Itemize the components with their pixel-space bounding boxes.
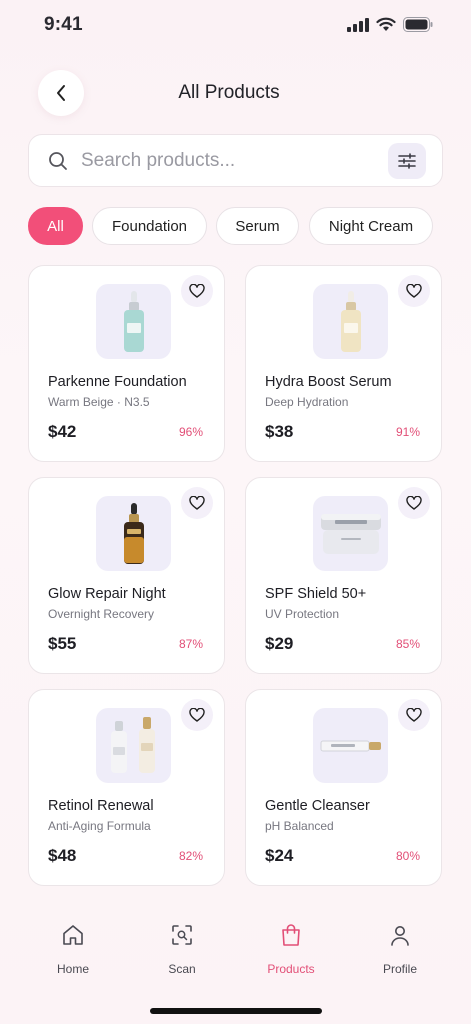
match-percentage: 96% — [178, 425, 203, 439]
match-percentage: 85% — [395, 637, 420, 651]
product-subtitle: Overnight Recovery — [48, 607, 155, 621]
nav-label: Scan — [168, 962, 196, 976]
match-percentage: 80% — [395, 849, 420, 863]
chip-night-cream[interactable]: Night Cream — [309, 207, 433, 245]
product-price: $55 — [48, 634, 77, 653]
home-icon — [63, 925, 83, 945]
product-image — [313, 496, 388, 571]
product-card[interactable]: Glow Repair Night Overnight Recovery $55… — [28, 477, 225, 674]
product-subtitle: UV Protection — [265, 607, 340, 621]
heart-icon — [406, 496, 422, 510]
match-percentage: 91% — [395, 425, 420, 439]
nav-products[interactable]: Products — [251, 920, 331, 976]
favorite-button[interactable] — [181, 699, 213, 731]
home-indicator — [150, 1008, 322, 1014]
favorite-button[interactable] — [398, 275, 430, 307]
status-icons — [347, 17, 433, 32]
match-percentage: 82% — [178, 849, 203, 863]
product-card[interactable]: Hydra Boost Serum Deep Hydration $38 91% — [245, 265, 442, 462]
product-card[interactable]: Retinol Renewal Anti-Aging Formula $48 8… — [28, 689, 225, 886]
product-name: SPF Shield 50+ — [265, 586, 367, 602]
product-subtitle: Deep Hydration — [265, 395, 349, 409]
scan-icon — [172, 925, 192, 945]
wifi-icon — [376, 17, 396, 31]
product-image — [313, 284, 388, 359]
nav-label: Home — [56, 962, 89, 976]
nav-home[interactable]: Home — [33, 920, 113, 976]
bag-icon — [282, 924, 300, 946]
product-image — [96, 496, 171, 571]
bottom-nav: Home Scan Products Profile — [0, 920, 471, 990]
chip-serum[interactable]: Serum — [216, 207, 299, 245]
nav-scan[interactable]: Scan — [142, 920, 222, 976]
search-icon — [49, 152, 67, 170]
favorite-button[interactable] — [398, 487, 430, 519]
heart-icon — [406, 284, 422, 298]
product-name: Retinol Renewal — [48, 798, 154, 814]
battery-icon — [403, 17, 433, 32]
sliders-icon — [398, 153, 416, 169]
user-icon — [391, 926, 409, 946]
heart-icon — [406, 708, 422, 722]
product-card[interactable]: Gentle Cleanser pH Balanced $24 80% — [245, 689, 442, 886]
product-name: Parkenne Foundation — [48, 374, 187, 390]
heart-icon — [189, 708, 205, 722]
product-subtitle: Anti-Aging Formula — [48, 819, 151, 833]
product-image — [96, 708, 171, 783]
product-name: Hydra Boost Serum — [265, 374, 392, 390]
nav-label: Profile — [382, 962, 417, 976]
product-subtitle: pH Balanced — [265, 819, 334, 833]
product-price: $42 — [48, 422, 77, 441]
product-image — [96, 284, 171, 359]
product-price: $29 — [265, 634, 294, 653]
search-input[interactable] — [81, 145, 381, 177]
product-card[interactable]: Parkenne Foundation Warm Beige · N3.5 $4… — [28, 265, 225, 462]
chip-foundation[interactable]: Foundation — [92, 207, 207, 245]
match-percentage: 87% — [178, 637, 203, 651]
nav-label: Products — [267, 962, 315, 976]
heart-icon — [189, 284, 205, 298]
product-image — [313, 708, 388, 783]
heart-icon — [189, 496, 205, 510]
favorite-button[interactable] — [181, 275, 213, 307]
product-price: $48 — [48, 846, 77, 865]
page-title: All Products — [178, 82, 280, 103]
product-card[interactable]: SPF Shield 50+ UV Protection $29 85% — [245, 477, 442, 674]
search-bar — [28, 134, 443, 187]
status-time: 9:41 — [44, 14, 83, 35]
cellular-signal-icon — [347, 17, 369, 32]
product-name: Gentle Cleanser — [265, 798, 370, 814]
product-price: $38 — [265, 422, 294, 441]
product-price: $24 — [265, 846, 294, 865]
filter-button[interactable] — [388, 143, 426, 179]
chip-all[interactable]: All — [28, 207, 83, 245]
product-subtitle: Warm Beige · N3.5 — [48, 395, 150, 409]
nav-profile[interactable]: Profile — [360, 920, 440, 976]
product-name: Glow Repair Night — [48, 586, 166, 602]
status-bar: 9:41 — [0, 0, 471, 52]
favorite-button[interactable] — [181, 487, 213, 519]
favorite-button[interactable] — [398, 699, 430, 731]
